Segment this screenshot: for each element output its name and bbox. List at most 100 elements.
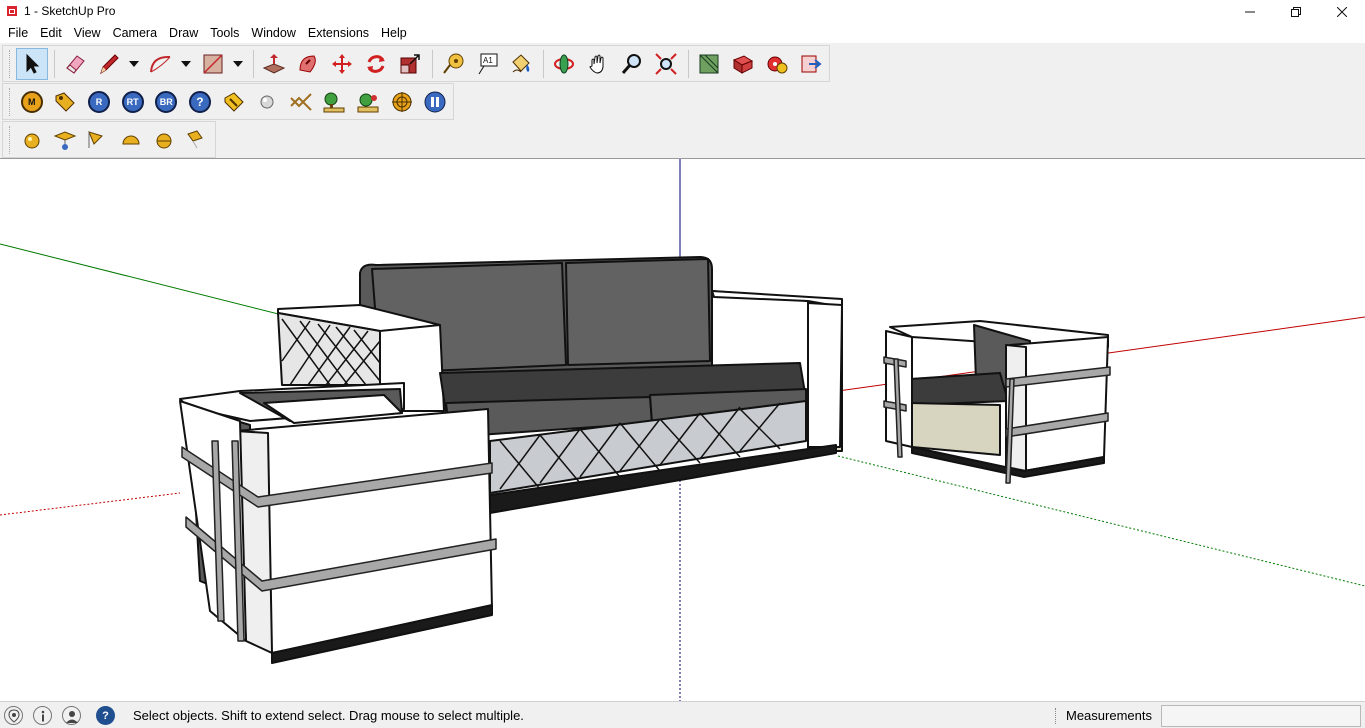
text-tool[interactable]: A1 (471, 48, 503, 80)
sphere-light-icon (156, 133, 172, 148)
render-tool-plant[interactable] (352, 86, 384, 118)
render-tool-pause[interactable] (419, 86, 451, 118)
render-tool-target[interactable] (386, 86, 418, 118)
measurements-input[interactable] (1161, 705, 1361, 727)
restore-button[interactable] (1273, 0, 1319, 23)
red-axis-dotted (0, 492, 181, 516)
menu-extensions[interactable]: Extensions (302, 23, 375, 43)
extension-warehouse-tool[interactable] (727, 48, 759, 80)
rect-light-icon (53, 130, 77, 150)
spot-light-tool[interactable] (82, 124, 113, 156)
status-bar: ? Select objects. Shift to extend select… (0, 701, 1365, 728)
follow-me-tool[interactable] (292, 48, 324, 80)
send-to-layout-tool[interactable] (795, 48, 827, 80)
zoom-tool[interactable] (616, 48, 648, 80)
arc-dropdown[interactable] (179, 48, 193, 80)
move-tool[interactable] (326, 48, 358, 80)
dome-light-tool[interactable] (115, 124, 146, 156)
menu-bar: File Edit View Camera Draw Tools Window … (0, 23, 1365, 43)
pencil-icon (100, 53, 119, 74)
menu-edit[interactable]: Edit (34, 23, 68, 43)
armchair-right-model[interactable] (883, 320, 1111, 484)
push-pull-tool[interactable] (258, 48, 290, 80)
render-tool-tree[interactable] (319, 86, 351, 118)
rectangle-tool[interactable] (197, 48, 229, 80)
paint-bucket-tool[interactable] (505, 48, 537, 80)
ies-light-icon (187, 129, 204, 148)
render-tool-sphere[interactable] (251, 86, 283, 118)
credits-button[interactable] (33, 706, 52, 725)
render-tool-render[interactable]: R (83, 86, 115, 118)
zoom-extents-tool[interactable] (650, 48, 682, 80)
instructor-button[interactable]: ? (96, 706, 115, 725)
help-icon: ? (188, 90, 211, 113)
arc-tool[interactable] (145, 48, 177, 80)
rotate-tool[interactable] (360, 48, 392, 80)
sketchup-window: 1 - SketchUp Pro File Edit View Camera D… (0, 0, 1365, 728)
rectangle-icon (203, 53, 223, 74)
light-icon (224, 91, 244, 112)
armchair-left-model[interactable] (179, 382, 497, 664)
pencil-tool[interactable] (93, 48, 125, 80)
geo-location-button[interactable] (4, 706, 23, 725)
render-tool-batch[interactable]: BR (150, 86, 182, 118)
warehouse-tool[interactable] (693, 48, 725, 80)
close-button[interactable] (1319, 0, 1365, 23)
chevron-down-icon (129, 60, 139, 67)
minimize-button[interactable] (1227, 0, 1273, 23)
menu-view[interactable]: View (68, 23, 107, 43)
menu-draw[interactable]: Draw (163, 23, 204, 43)
svg-text:A1: A1 (483, 56, 493, 65)
dome-light-icon (122, 135, 140, 144)
render-tool-rt[interactable]: RT (117, 86, 149, 118)
scale-tool[interactable] (394, 48, 426, 80)
select-icon (26, 53, 40, 74)
toolbar-grip[interactable] (9, 125, 12, 154)
toolbar-separator (432, 49, 433, 78)
tape-measure-tool[interactable] (437, 48, 469, 80)
pan-tool[interactable] (582, 48, 614, 80)
restore-icon (1291, 6, 1301, 17)
menu-file[interactable]: File (2, 23, 34, 43)
omni-light-tool[interactable] (16, 124, 47, 156)
chevron-down-icon (181, 60, 191, 67)
follow-me-icon (299, 54, 316, 73)
rect-light-tool[interactable] (49, 124, 80, 156)
texture-icon (290, 92, 312, 111)
render-tool-help[interactable]: ? (184, 86, 216, 118)
render-tool-material[interactable]: M (16, 86, 48, 118)
layout-tool[interactable] (761, 48, 793, 80)
toolbar-grip[interactable] (9, 87, 12, 116)
toolbar-grip[interactable] (9, 49, 12, 78)
user-icon (65, 710, 78, 723)
rotate-icon (367, 54, 385, 73)
send-to-layout-icon (801, 55, 822, 72)
sketchup-logo-icon (7, 6, 17, 16)
scene-canvas[interactable] (0, 159, 1365, 701)
model-viewport[interactable] (0, 158, 1365, 701)
menu-camera[interactable]: Camera (107, 23, 163, 43)
push-pull-icon (262, 53, 286, 74)
pencil-dropdown[interactable] (127, 48, 141, 80)
rectangle-dropdown[interactable] (231, 48, 245, 80)
zoom-extents-icon (655, 52, 677, 75)
green-axis-dotted (837, 455, 1365, 587)
eraser-tool[interactable] (59, 48, 91, 80)
warehouse-icon (699, 54, 719, 73)
ies-light-tool[interactable] (182, 124, 213, 156)
render-tool-tag[interactable] (50, 86, 82, 118)
menu-window[interactable]: Window (245, 23, 301, 43)
sphere-icon (260, 95, 274, 108)
orbit-tool[interactable] (548, 48, 580, 80)
menu-help[interactable]: Help (375, 23, 413, 43)
arc-icon (150, 55, 171, 72)
render-tool-light[interactable] (218, 86, 250, 118)
main-toolbar: A1 (2, 45, 830, 82)
tag-icon (55, 91, 76, 112)
render-tool-texture[interactable] (285, 86, 317, 118)
account-button[interactable] (62, 706, 81, 725)
menu-tools[interactable]: Tools (204, 23, 245, 43)
sphere-light-tool[interactable] (149, 124, 180, 156)
select-tool[interactable] (16, 47, 48, 80)
status-message: Select objects. Shift to extend select. … (133, 708, 524, 723)
